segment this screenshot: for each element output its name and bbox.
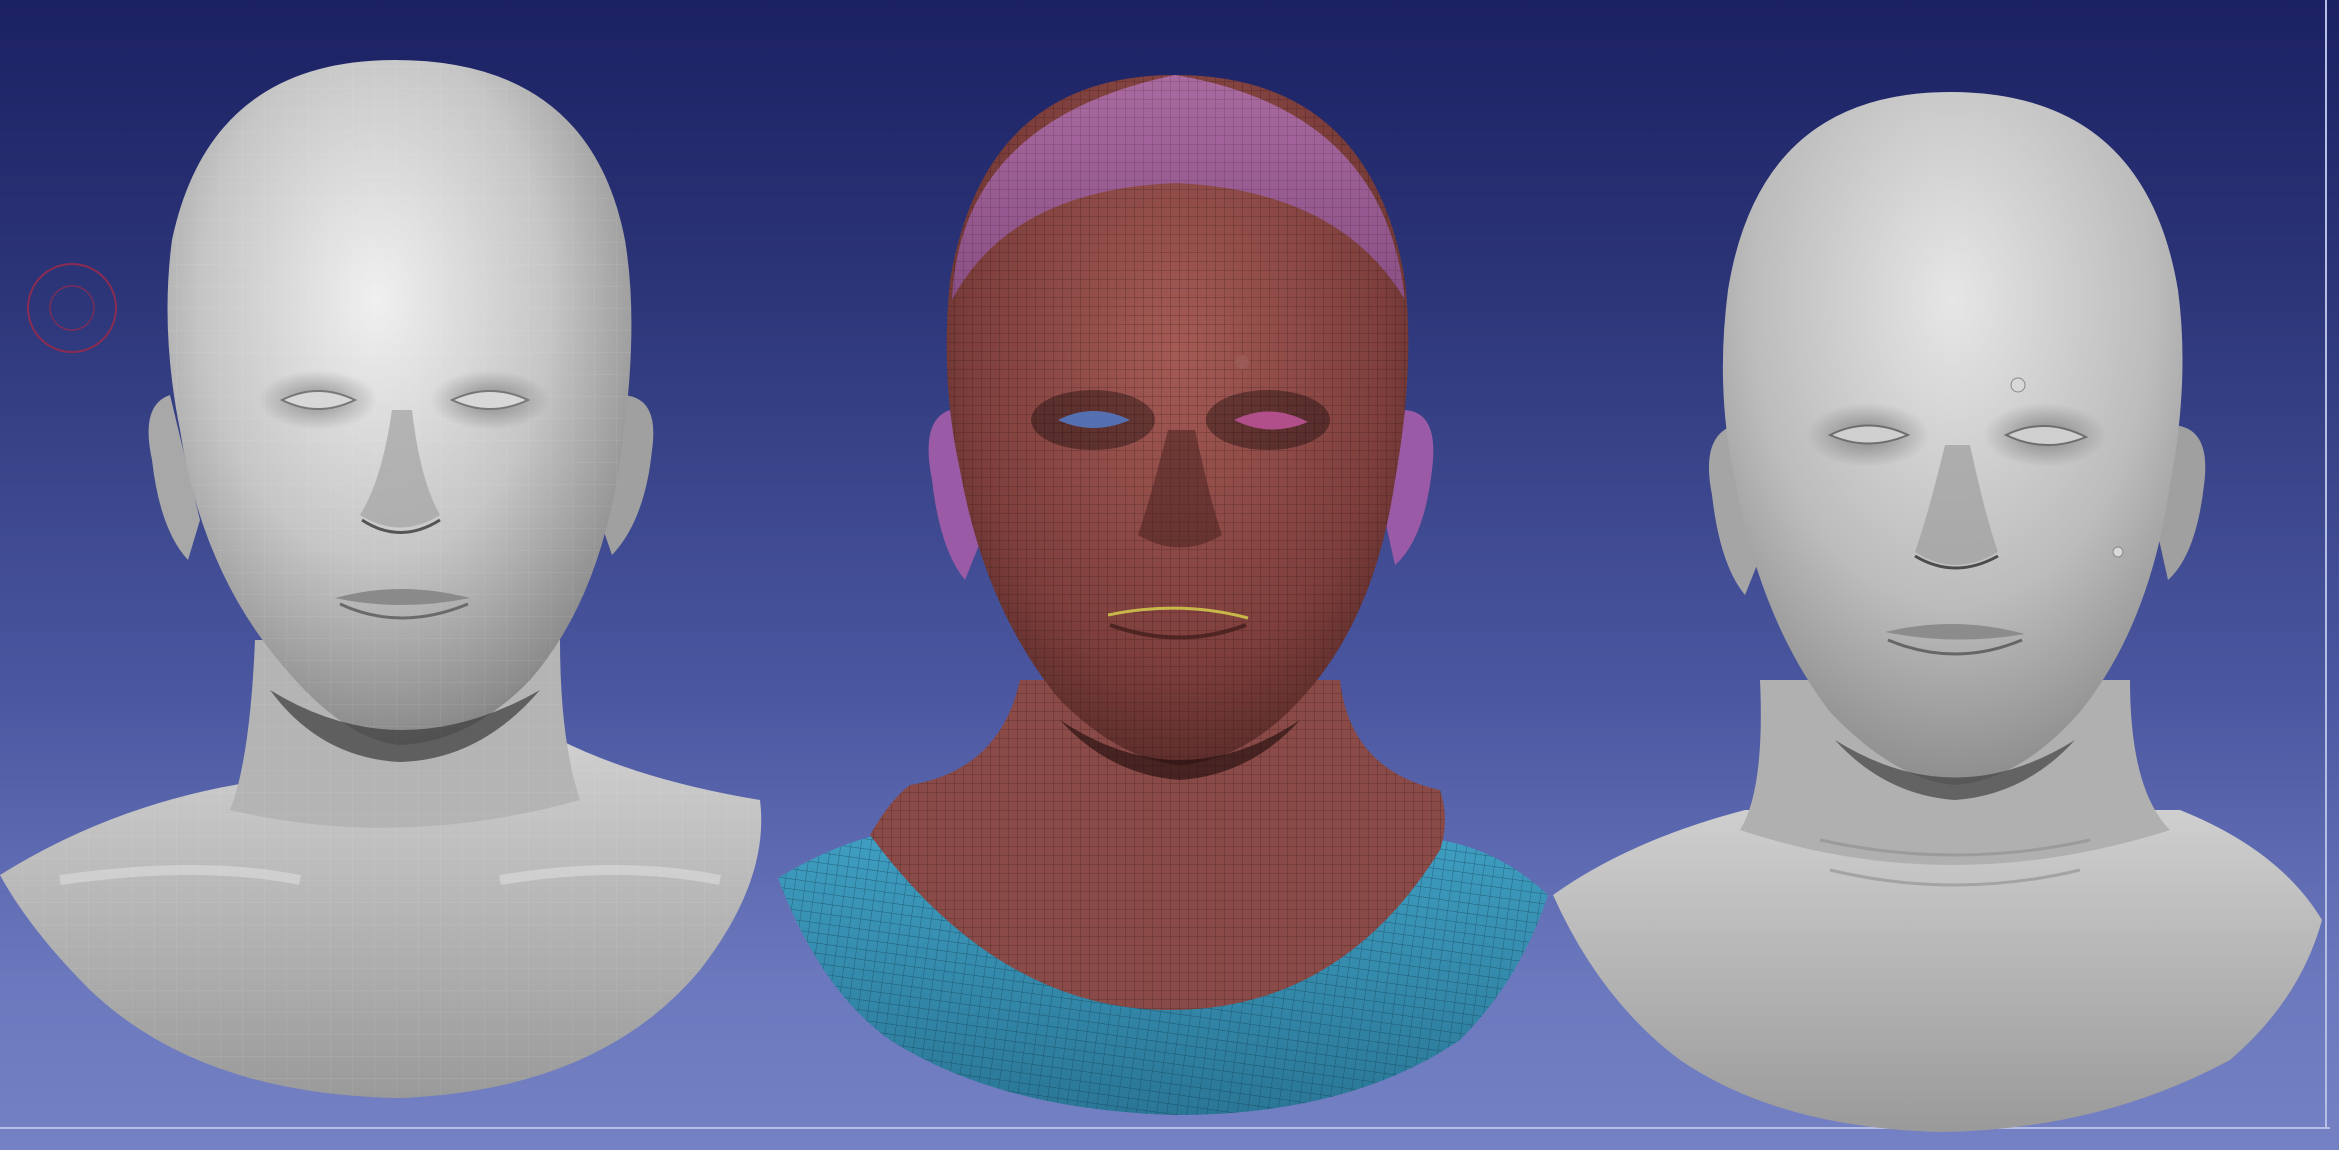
segmented-head[interactable]: [778, 75, 1548, 1115]
low-resolution-head[interactable]: [0, 60, 762, 1098]
scene[interactable]: [0, 0, 2339, 1150]
3d-viewport[interactable]: [0, 0, 2339, 1150]
trackball-icon[interactable]: [27, 263, 117, 353]
high-detail-head[interactable]: [1553, 92, 2322, 1132]
